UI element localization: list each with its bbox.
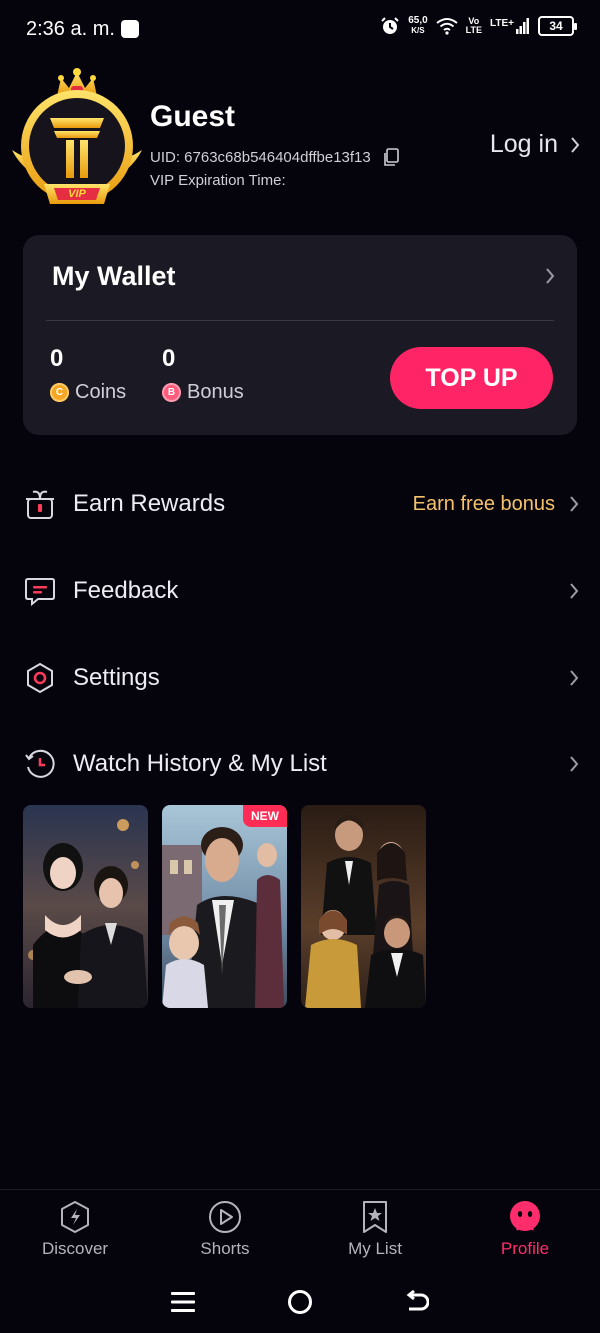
gift-icon (23, 487, 57, 521)
chevron-right-icon (570, 670, 579, 686)
wallet-title[interactable]: My Wallet (52, 261, 176, 292)
coins-stat: 0 C Coins (50, 345, 126, 404)
history-thumbnails: NEW (23, 805, 426, 1008)
copy-icon[interactable] (383, 148, 399, 167)
volte-indicator: Vo LTE (466, 17, 482, 35)
chevron-right-icon (570, 583, 579, 599)
vip-expiration: VIP Expiration Time: (150, 172, 286, 189)
notification-icon (121, 20, 139, 38)
bottom-nav: Discover Shorts My List Profile (0, 1189, 600, 1269)
nav-discover[interactable]: Discover (0, 1190, 150, 1269)
history-thumbnail[interactable] (301, 805, 426, 1008)
menu-watch-history[interactable]: Watch History & My List (23, 734, 579, 794)
coins-value: 0 (50, 345, 64, 372)
bookmark-star-icon (363, 1201, 387, 1233)
profile-face-icon (510, 1201, 540, 1231)
feedback-icon (23, 574, 57, 608)
watch-history-label: Watch History & My List (73, 750, 327, 777)
wallet-divider (46, 320, 554, 321)
vip-badge-label: VIP (68, 188, 86, 200)
network-speed: 65,0 K/S (408, 16, 427, 36)
coins-label: Coins (75, 381, 127, 403)
menu-icon[interactable] (171, 1291, 195, 1313)
bonus-stat: 0 B Bonus (162, 345, 244, 404)
vip-avatar[interactable]: VIP (10, 66, 144, 210)
history-thumbnail[interactable] (23, 805, 148, 1008)
system-nav-bar (0, 1270, 600, 1333)
signal-icon (516, 18, 529, 34)
nav-my-list-label: My List (348, 1239, 402, 1258)
status-time: 2:36 a. m. (26, 18, 115, 40)
chevron-right-icon (570, 756, 579, 772)
nav-shorts[interactable]: Shorts (150, 1190, 300, 1269)
home-circle-icon[interactable] (287, 1289, 313, 1315)
login-link[interactable]: Log in (490, 130, 580, 159)
speed-value: 65,0 (408, 15, 428, 26)
wallet-chevron-icon[interactable] (545, 267, 555, 285)
bonus-value: 0 (162, 345, 176, 372)
speed-unit: K/S (411, 26, 425, 35)
volte-bottom: LTE (465, 25, 483, 35)
battery-indicator: 34 (538, 16, 577, 36)
login-label: Log in (489, 130, 558, 158)
earn-free-bonus-hint: Earn free bonus (412, 492, 555, 515)
uid-text: UID: 6763c68b546404dffbe13f13 (150, 149, 371, 166)
settings-label: Settings (73, 664, 160, 691)
new-badge: NEW (243, 805, 287, 827)
lte-label: LTE+ (490, 18, 514, 29)
chevron-right-icon (571, 136, 580, 153)
status-bar: 2:36 a. m. 65,0 K/S Vo LTE LTE+ 34 (0, 0, 600, 60)
status-icons: 65,0 K/S Vo LTE LTE+ 34 (380, 16, 577, 36)
menu-earn-rewards[interactable]: Earn Rewards Earn free bonus (23, 474, 579, 534)
menu-feedback[interactable]: Feedback (23, 561, 579, 621)
nav-my-list[interactable]: My List (300, 1190, 450, 1269)
history-clock-icon (23, 747, 57, 781)
discover-icon (61, 1201, 89, 1233)
uid-row: UID: 6763c68b546404dffbe13f13 (150, 148, 399, 167)
feedback-label: Feedback (73, 577, 179, 604)
wifi-icon (436, 18, 458, 35)
user-name: Guest (150, 100, 236, 133)
back-icon[interactable] (405, 1289, 429, 1314)
settings-hexagon-icon (23, 661, 57, 695)
history-thumbnail[interactable]: NEW (162, 805, 287, 1008)
bonus-label: Bonus (187, 381, 244, 403)
coin-icon: C (50, 383, 69, 402)
chevron-right-icon (570, 496, 579, 512)
nav-profile[interactable]: Profile (450, 1190, 600, 1269)
earn-rewards-label: Earn Rewards (73, 490, 226, 517)
top-up-button[interactable]: TOP UP (390, 347, 553, 409)
nav-discover-label: Discover (41, 1239, 109, 1258)
profile-header: VIP Guest UID: 6763c68b546404dffbe13f13 … (10, 66, 590, 216)
nav-profile-label: Profile (500, 1239, 550, 1258)
signal-indicator: LTE+ (490, 18, 530, 34)
play-icon (209, 1201, 241, 1233)
alarm-icon (381, 17, 399, 34)
menu-settings[interactable]: Settings (23, 648, 579, 708)
wallet-card: My Wallet 0 C Coins 0 B Bonus TOP UP (23, 235, 577, 435)
nav-shorts-label: Shorts (200, 1239, 250, 1258)
bonus-icon: B (162, 383, 181, 402)
